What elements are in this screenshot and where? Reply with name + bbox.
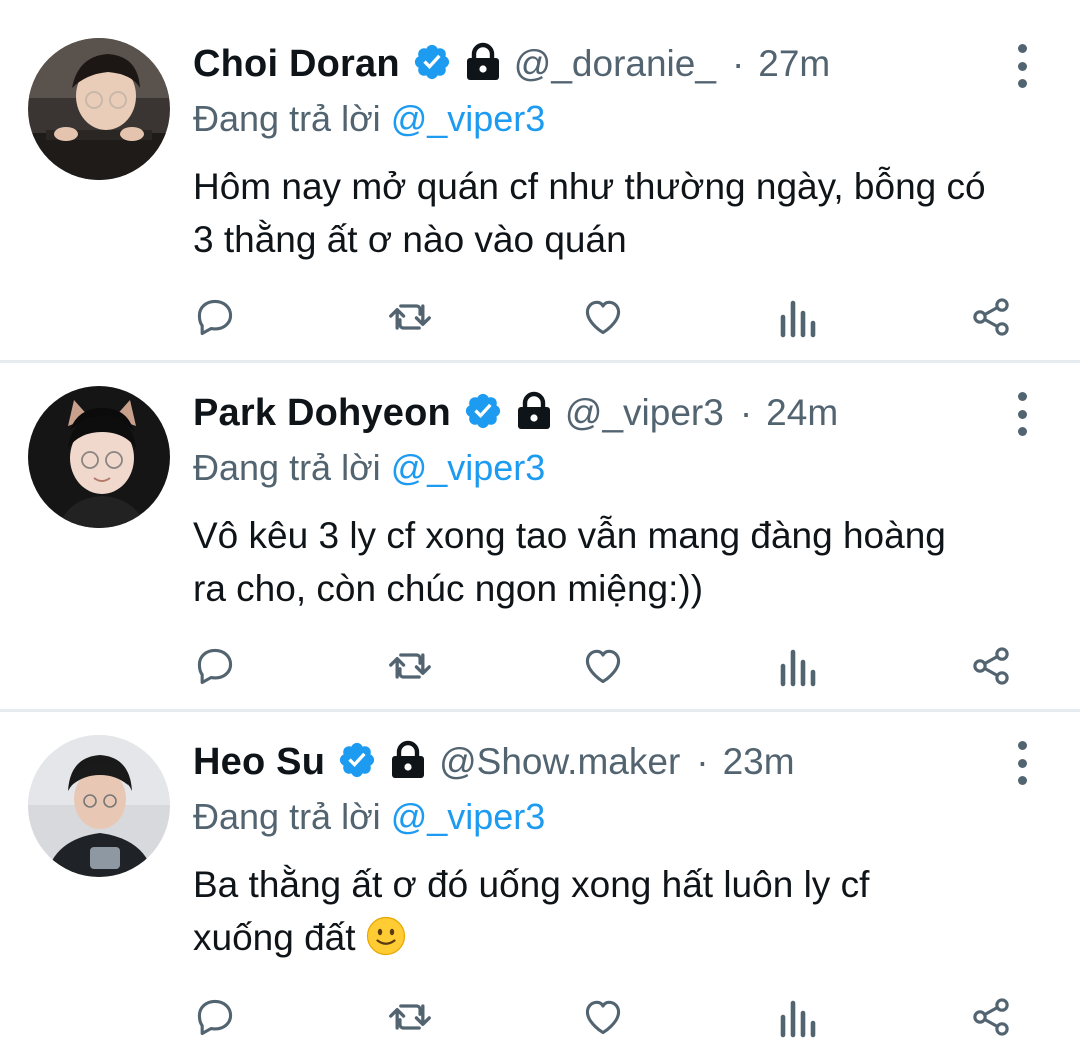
tweet-text-line: 3 thằng ất ơ nào vào quán (193, 219, 627, 260)
retweet-button[interactable] (385, 292, 435, 342)
share-button[interactable] (966, 292, 1016, 342)
lock-icon (389, 740, 427, 784)
reply-button[interactable] (190, 992, 240, 1042)
display-name[interactable]: Choi Doran (193, 43, 400, 86)
share-icon (973, 298, 1009, 336)
views-icon (780, 649, 816, 687)
tweet-text-line: xuống đất (193, 917, 356, 958)
verified-badge-icon (337, 740, 377, 784)
tweet-card[interactable]: Heo Su @Show.maker · 23m Đang trả lời @_… (0, 712, 1080, 1053)
reply-prefix: Đang trả lời (193, 98, 381, 139)
timestamp[interactable]: 23m (723, 741, 795, 783)
avatar[interactable] (28, 386, 170, 528)
more-vertical-icon[interactable] (1006, 741, 1038, 785)
separator-dot: · (739, 392, 753, 433)
tweet-text-line-wrap: xuống đất (193, 911, 1053, 964)
lock-icon (464, 42, 502, 86)
tweet-text-line: Hôm nay mở quán cf như thường ngày, bỗng… (193, 166, 986, 207)
timestamp[interactable]: 24m (766, 392, 838, 434)
views-button[interactable] (772, 292, 822, 342)
heart-icon (585, 649, 621, 684)
action-bar (0, 292, 1080, 342)
reply-button[interactable] (190, 641, 240, 691)
like-button[interactable] (578, 992, 628, 1042)
tweet-text: Vô kêu 3 ly cf xong tao vẫn mang đàng ho… (193, 509, 1053, 615)
tweet-header: Park Dohyeon @_viper3 · 24m (193, 385, 838, 441)
views-button[interactable] (772, 992, 822, 1042)
reply-prefix: Đang trả lời (193, 447, 381, 488)
more-vertical-icon[interactable] (1006, 44, 1038, 88)
retweet-button[interactable] (385, 641, 435, 691)
heart-icon (585, 300, 621, 335)
verified-badge-icon (412, 42, 452, 86)
display-name[interactable]: Heo Su (193, 741, 325, 784)
tweet-text: Ba thằng ất ơ đó uống xong hất luôn ly c… (193, 858, 1053, 964)
reply-icon (197, 999, 233, 1036)
retweet-icon (389, 653, 431, 679)
username-handle[interactable]: @_viper3 (565, 392, 724, 434)
reply-button[interactable] (190, 292, 240, 342)
share-button[interactable] (966, 641, 1016, 691)
display-name[interactable]: Park Dohyeon (193, 392, 451, 435)
reply-mention-link[interactable]: @_viper3 (391, 796, 546, 837)
reply-mention-link[interactable]: @_viper3 (391, 98, 546, 139)
reply-context: Đang trả lời @_viper3 (193, 796, 545, 838)
like-button[interactable] (578, 292, 628, 342)
username-handle[interactable]: @Show.maker (439, 741, 680, 783)
views-icon (780, 300, 816, 338)
retweet-icon (389, 304, 431, 330)
reply-context: Đang trả lời @_viper3 (193, 447, 545, 489)
reply-icon (197, 648, 233, 685)
tweet-text-line: Ba thằng ất ơ đó uống xong hất luôn ly c… (193, 864, 870, 905)
lock-icon (515, 391, 553, 435)
tweet-text-line: Vô kêu 3 ly cf xong tao vẫn mang đàng ho… (193, 515, 946, 556)
share-button[interactable] (966, 992, 1016, 1042)
reply-mention-link[interactable]: @_viper3 (391, 447, 546, 488)
slightly-smiling-face-emoji (366, 916, 406, 956)
share-icon (973, 998, 1009, 1036)
avatar[interactable] (28, 735, 170, 877)
reply-icon (197, 299, 233, 336)
verified-badge-icon (463, 391, 503, 435)
tweet-card[interactable]: Park Dohyeon @_viper3 · 24m Đang trả lời… (0, 363, 1080, 710)
username-handle[interactable]: @_doranie_ (514, 43, 716, 85)
views-icon (780, 1000, 816, 1038)
retweet-button[interactable] (385, 992, 435, 1042)
retweet-icon (389, 1004, 431, 1030)
like-button[interactable] (578, 641, 628, 691)
action-bar (0, 641, 1080, 691)
tweet-header: Heo Su @Show.maker · 23m (193, 734, 795, 790)
reply-context: Đang trả lời @_viper3 (193, 98, 545, 140)
heart-icon (585, 1000, 621, 1035)
share-icon (973, 647, 1009, 685)
action-bar (0, 992, 1080, 1042)
tweet-text-line: ra cho, còn chúc ngon miệng:)) (193, 568, 704, 609)
reply-prefix: Đang trả lời (193, 796, 381, 837)
tweet-header: Choi Doran @_doranie_ · 27m (193, 36, 830, 92)
avatar[interactable] (28, 38, 170, 180)
separator-dot: · (731, 43, 745, 84)
timestamp[interactable]: 27m (758, 43, 830, 85)
tweet-card[interactable]: Choi Doran @_doranie_ · 27m Đang trả lời… (0, 0, 1080, 361)
tweet-text: Hôm nay mở quán cf như thường ngày, bỗng… (193, 160, 1053, 266)
more-vertical-icon[interactable] (1006, 392, 1038, 436)
views-button[interactable] (772, 641, 822, 691)
separator-dot: · (696, 741, 709, 782)
